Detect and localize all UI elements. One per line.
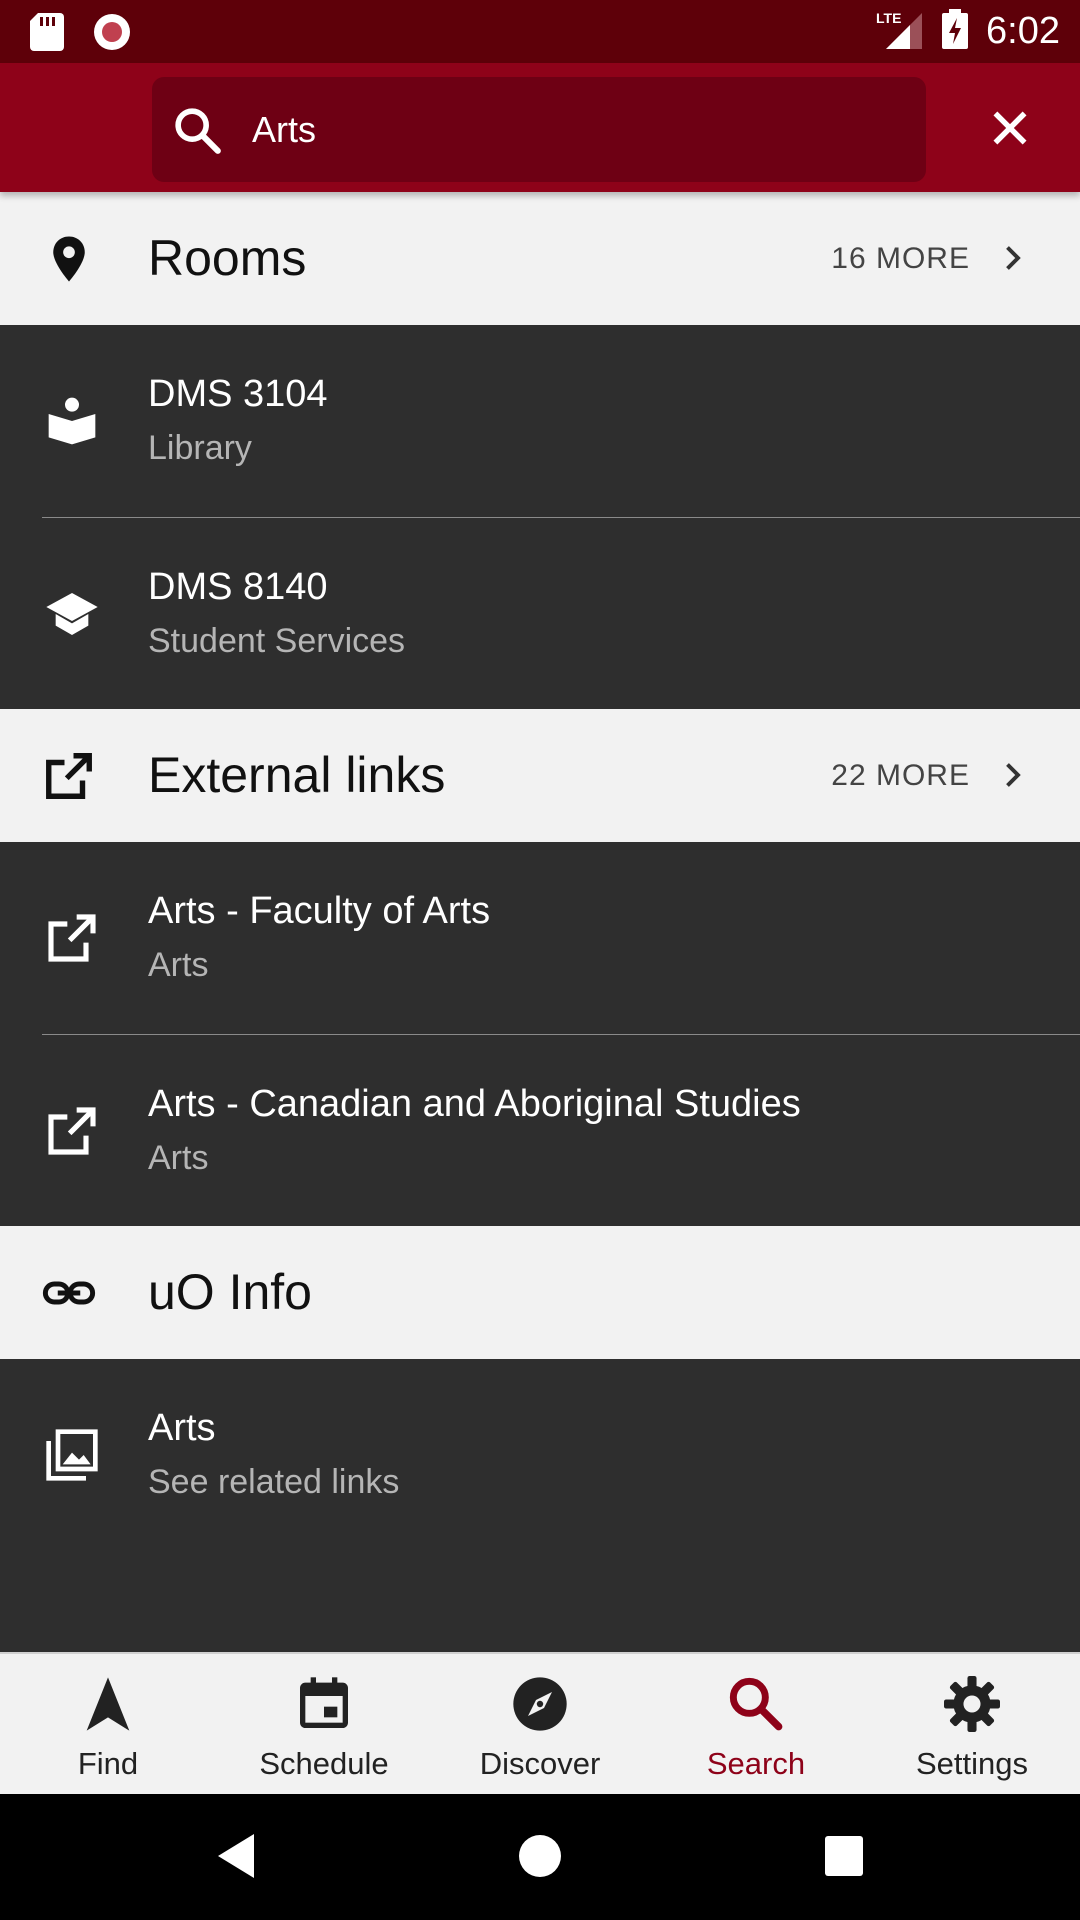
battery-charging-icon (942, 9, 969, 54)
close-icon (985, 111, 1035, 157)
nav-schedule[interactable]: Schedule (216, 1654, 432, 1796)
more-button[interactable]: 16 MORE (831, 192, 970, 325)
search-icon (170, 103, 226, 164)
clear-search-button[interactable] (985, 103, 1035, 153)
calendar-icon (292, 1672, 356, 1736)
clock: 6:02 (986, 10, 1060, 52)
item-subtitle: Arts (148, 946, 209, 984)
sd-card-icon (30, 13, 64, 56)
list-item[interactable]: DMS 3104 Library (0, 325, 1080, 517)
compass-icon (508, 1672, 572, 1736)
nav-label: Settings (915, 1746, 1028, 1781)
open-external-icon (44, 1103, 100, 1159)
more-button[interactable]: 22 MORE (831, 709, 970, 842)
search-results: Rooms 16 MORE DMS 3104 Library DMS 8140 … (0, 192, 1080, 1652)
section-title: uO Info (148, 1264, 312, 1320)
nav-find[interactable]: Find (0, 1654, 216, 1796)
list-item[interactable]: Arts - Faculty of Arts Arts (0, 842, 1080, 1034)
system-navigation-bar (0, 1794, 1080, 1920)
search-bar[interactable] (152, 77, 926, 182)
section-header-rooms[interactable]: Rooms 16 MORE (0, 192, 1080, 325)
item-title: DMS 8140 (148, 566, 328, 608)
nav-discover[interactable]: Discover (432, 1654, 648, 1796)
signal-icon: LTE (876, 9, 924, 54)
section-header-external-links[interactable]: External links 22 MORE (0, 709, 1080, 842)
section-title: Rooms (148, 230, 307, 286)
section-header-uo-info[interactable]: uO Info (0, 1226, 1080, 1359)
bottom-navigation: Find Schedule Discover Search Settings (0, 1652, 1080, 1796)
item-title: Arts - Faculty of Arts (148, 890, 491, 932)
nav-settings[interactable]: Settings (864, 1654, 1080, 1796)
nav-label: Schedule (259, 1746, 389, 1781)
item-subtitle: Student Services (148, 622, 406, 660)
link-icon (42, 1266, 96, 1320)
list-item[interactable]: Arts - Canadian and Aboriginal Studies A… (0, 1035, 1080, 1226)
navigation-arrow-icon (76, 1672, 140, 1736)
status-bar: LTE 6:02 (0, 0, 1080, 63)
section-title: External links (148, 747, 446, 803)
graduation-cap-icon (44, 586, 100, 642)
image-collection-icon (44, 1427, 100, 1483)
recents-icon[interactable] (823, 1832, 865, 1885)
list-item[interactable]: Arts See related links (0, 1359, 1080, 1551)
nav-label: Find (77, 1746, 139, 1781)
search-input[interactable] (252, 77, 852, 182)
chevron-right-icon (994, 240, 1030, 281)
gear-icon (940, 1672, 1004, 1736)
item-title: Arts (148, 1407, 216, 1449)
item-subtitle: Arts (148, 1139, 209, 1177)
app-bar (0, 63, 1080, 192)
item-subtitle: Library (148, 429, 252, 467)
book-reader-icon (44, 393, 100, 449)
nav-label: Discover (479, 1746, 601, 1781)
search-icon (724, 1672, 788, 1736)
item-title: Arts - Canadian and Aboriginal Studies (148, 1083, 801, 1125)
record-icon (92, 12, 132, 57)
open-external-icon (44, 910, 100, 966)
nav-search[interactable]: Search (648, 1654, 864, 1796)
item-title: DMS 3104 (148, 373, 328, 415)
chevron-right-icon (994, 757, 1030, 798)
location-pin-icon (42, 232, 96, 286)
back-icon[interactable] (216, 1832, 256, 1885)
open-external-icon (42, 749, 96, 803)
item-subtitle: See related links (148, 1463, 400, 1501)
list-item[interactable]: DMS 8140 Student Services (0, 518, 1080, 709)
network-label: LTE (876, 10, 901, 26)
nav-label: Search (706, 1746, 806, 1781)
home-icon[interactable] (518, 1832, 562, 1885)
